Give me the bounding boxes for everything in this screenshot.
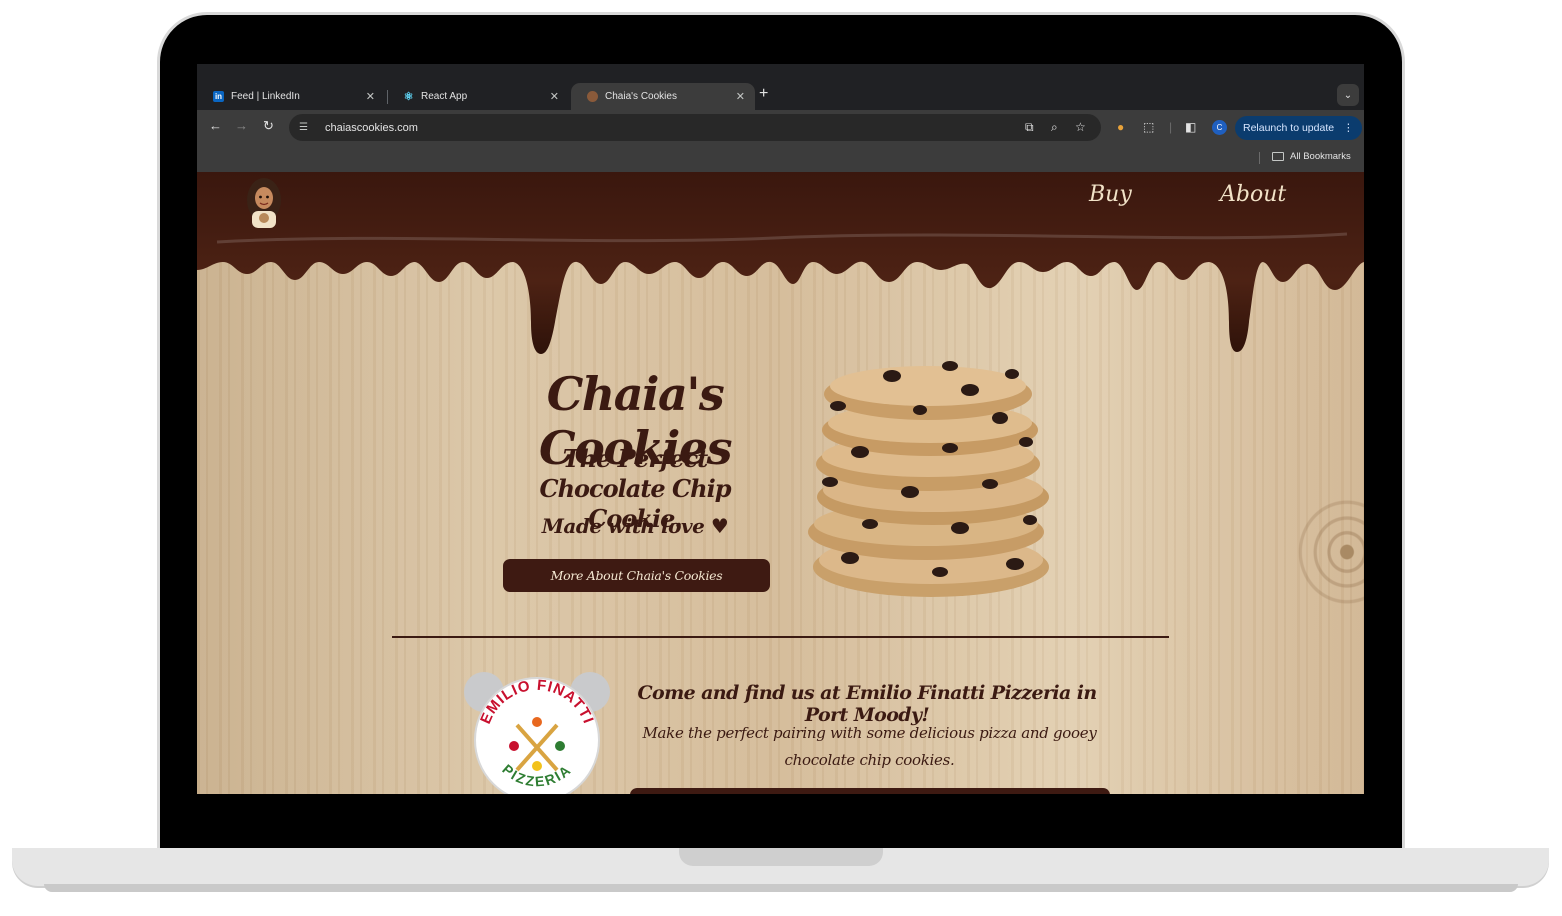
- site-logo-avatar[interactable]: [243, 178, 285, 228]
- address-url: chaiascookies.com: [325, 121, 418, 134]
- zoom-icon[interactable]: ⌕: [1051, 120, 1058, 135]
- all-bookmarks-button[interactable]: All Bookmarks: [1272, 151, 1351, 162]
- chevron-down-icon: ⌄: [1343, 89, 1353, 101]
- close-icon[interactable]: ✕: [736, 90, 745, 103]
- website-viewport: Buy About Chaia's Cookies The Perfect Ch…: [197, 172, 1364, 794]
- tab-linkedin[interactable]: in Feed | LinkedIn ✕: [197, 83, 385, 110]
- nav-buy-link[interactable]: Buy: [1089, 182, 1132, 207]
- relaunch-label: Relaunch to update: [1243, 122, 1335, 134]
- bookmarks-separator: [1259, 152, 1260, 164]
- folder-icon: [1272, 152, 1284, 161]
- tab-label: React App: [421, 91, 468, 102]
- tab-label: Feed | LinkedIn: [231, 91, 300, 102]
- browser-window: in Feed | LinkedIn ✕ ⚛ React App ✕ Chaia…: [197, 64, 1364, 794]
- wood-knot: [1272, 472, 1364, 632]
- back-button[interactable]: ←: [209, 118, 222, 133]
- section-divider: [392, 636, 1169, 638]
- toolbar: ← → ↻ ☰ chaiascookies.com ⧉ ⌕ ☆ ● ⬚ | ◧ …: [197, 110, 1364, 144]
- close-icon[interactable]: ✕: [550, 90, 559, 103]
- react-icon: ⚛: [403, 91, 414, 103]
- reload-button[interactable]: ↻: [263, 118, 274, 134]
- toolbar-divider: |: [1169, 120, 1173, 134]
- tab-strip: in Feed | LinkedIn ✕ ⚛ React App ✕ Chaia…: [197, 80, 1364, 110]
- tagline-text: Made with love: [541, 514, 705, 538]
- nav-about-link[interactable]: About: [1220, 182, 1286, 207]
- tab-react-app[interactable]: ⚛ React App ✕: [387, 83, 569, 110]
- address-bar[interactable]: ☰ chaiascookies.com ⧉ ⌕ ☆: [289, 114, 1101, 141]
- linkedin-icon: in: [213, 91, 224, 102]
- more-about-button[interactable]: More About Chaia's Cookies: [503, 559, 770, 592]
- side-panel-icon[interactable]: ◧: [1185, 120, 1196, 134]
- hero-tagline: Made with love ♥: [517, 514, 753, 538]
- tab-label: Chaia's Cookies: [605, 91, 677, 102]
- cookie-stack-image: [808, 361, 1049, 597]
- tab-search-button[interactable]: ⌄: [1337, 84, 1359, 106]
- extensions-icon[interactable]: ⬚: [1143, 120, 1154, 134]
- laptop-base-shadow: [44, 884, 1518, 892]
- install-app-icon[interactable]: ⧉: [1025, 120, 1034, 135]
- location-button[interactable]: [630, 788, 1110, 794]
- relaunch-button[interactable]: Relaunch to update ⋮: [1235, 116, 1362, 140]
- tab-chaias-cookies[interactable]: Chaia's Cookies ✕: [571, 83, 755, 110]
- location-body: Make the perfect pairing with some delic…: [642, 724, 1097, 769]
- profile-avatar[interactable]: C: [1212, 120, 1227, 135]
- all-bookmarks-label: All Bookmarks: [1290, 151, 1351, 162]
- avatar-icon: [587, 91, 598, 102]
- new-tab-button[interactable]: +: [759, 85, 768, 103]
- laptop-notch: [679, 848, 883, 866]
- close-icon[interactable]: ✕: [366, 90, 375, 103]
- color-extension-icon[interactable]: ●: [1117, 120, 1124, 134]
- forward-button[interactable]: →: [235, 118, 248, 133]
- heart-icon: ♥: [710, 514, 729, 538]
- more-menu-icon: ⋮: [1343, 122, 1354, 134]
- site-info-icon[interactable]: ☰: [299, 122, 313, 133]
- chocolate-drip: [197, 172, 1364, 354]
- bookmarks-bar: All Bookmarks: [197, 144, 1364, 172]
- bookmark-star-icon[interactable]: ☆: [1075, 120, 1086, 134]
- emilio-finatti-logo[interactable]: EMILIO FINATTI PIZZERIA: [462, 670, 612, 794]
